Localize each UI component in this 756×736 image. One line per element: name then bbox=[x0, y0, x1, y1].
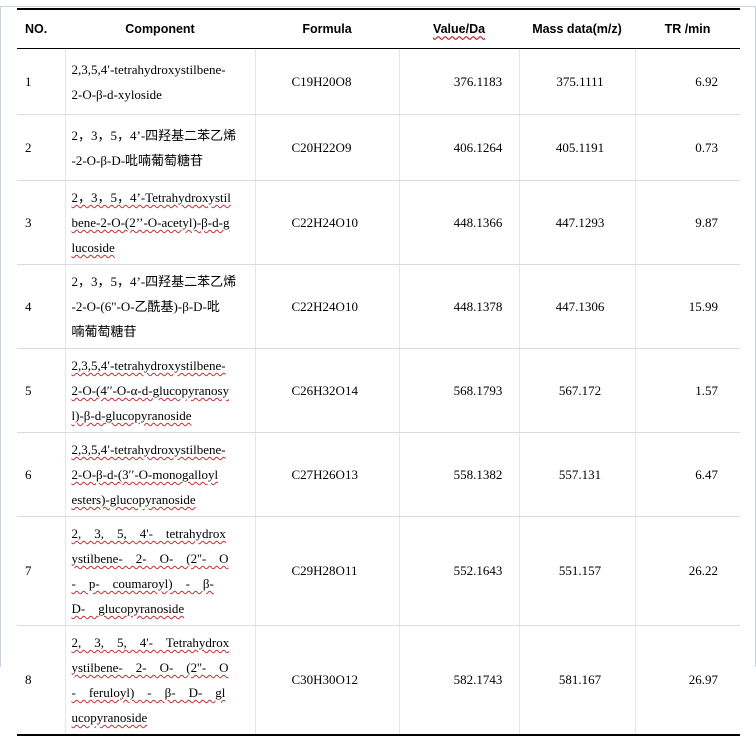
row-formula: C19H20O8 bbox=[254, 48, 399, 115]
component-line: 2, 3, 5, 4'- Tetrahydrox bbox=[71, 635, 230, 650]
row-mass: 447.1306 bbox=[518, 264, 635, 349]
row-mass: 447.1293 bbox=[518, 180, 635, 265]
row-tr: 1.57 bbox=[634, 348, 740, 433]
table-row: 2 2，3，5，4’-四羟基二苯乙烯 -2-O-β-D-吡喃葡萄糖苷 C20H22O9… bbox=[17, 114, 740, 181]
row-no: 2 bbox=[17, 114, 65, 181]
header-component: Component bbox=[65, 8, 255, 49]
component-line: 2,3,5,4′-tetrahydroxystilbene- bbox=[71, 358, 226, 373]
row-no: 1 bbox=[17, 48, 65, 115]
row-no: 5 bbox=[17, 348, 65, 433]
component-line: 2,3,5,4′-tetrahydroxystilbene- bbox=[71, 61, 226, 77]
table-header-row: NO. Component Formula Value/Da Mass data… bbox=[17, 8, 740, 49]
row-tr: 6.47 bbox=[634, 432, 740, 517]
row-no: 7 bbox=[17, 516, 65, 626]
page-frame-left bbox=[0, 6, 1, 667]
component-line: ystilbene- 2- O- (2''- O bbox=[71, 551, 229, 566]
row-value: 558.1382 bbox=[398, 432, 519, 517]
row-no: 4 bbox=[17, 264, 65, 349]
row-formula: C30H30O12 bbox=[254, 625, 399, 736]
header-value: Value/Da bbox=[399, 8, 519, 49]
row-value: 448.1366 bbox=[398, 180, 519, 265]
row-formula: C20H22O9 bbox=[254, 114, 399, 181]
component-line: 2，3，5，4’-四羟基二苯乙烯 bbox=[71, 127, 237, 143]
row-formula: C27H26O13 bbox=[254, 432, 399, 517]
header-mass: Mass data(m/z) bbox=[519, 8, 635, 49]
row-no: 6 bbox=[17, 432, 65, 517]
component-line: - p- coumaroyl) - β- bbox=[71, 576, 214, 591]
table-row: 7 2, 3, 5, 4'- tetrahydrox ystilbene- 2- O… bbox=[17, 516, 740, 626]
row-value: 448.1378 bbox=[398, 264, 519, 349]
header-formula: Formula bbox=[255, 8, 399, 49]
row-value: 582.1743 bbox=[398, 625, 519, 736]
row-tr: 0.73 bbox=[634, 114, 740, 181]
row-component: 2, 3, 5, 4'- tetrahydrox ystilbene- 2- O-… bbox=[64, 516, 255, 626]
component-line: 2，3，5，4’-四羟基二苯乙烯 bbox=[71, 274, 237, 289]
row-component: 2，3，5，4’-四羟基二苯乙烯 -2-O-β-D-吡喃葡萄糖苷 bbox=[64, 114, 255, 181]
header-tr: TR /min bbox=[635, 8, 740, 49]
component-line: -2-O-β-D-吡喃葡萄糖苷 bbox=[71, 152, 204, 168]
row-component: 2, 3, 5, 4'- Tetrahydrox ystilbene- 2- O-… bbox=[64, 625, 255, 736]
row-no: 8 bbox=[17, 625, 65, 736]
row-formula: C26H32O14 bbox=[254, 348, 399, 433]
table-row: 5 2,3,5,4′-tetrahydroxystilbene- 2-O-(4′′-… bbox=[17, 348, 740, 433]
row-component: 2,3,5,4′-tetrahydroxystilbene- 2-O-β-d-xy… bbox=[64, 48, 255, 115]
row-tr: 26.97 bbox=[634, 625, 740, 736]
component-line: 2, 3, 5, 4'- tetrahydrox bbox=[71, 526, 226, 541]
table-row: 8 2, 3, 5, 4'- Tetrahydrox ystilbene- 2- O… bbox=[17, 625, 740, 736]
row-value: 552.1643 bbox=[398, 516, 519, 626]
table-row: 3 2，3，5，4’-Tetrahydroxystil bene-2-O-(2’’-… bbox=[17, 180, 740, 265]
compound-table: NO. Component Formula Value/Da Mass data… bbox=[17, 8, 740, 736]
table-row: 6 2,3,5,4′-tetrahydroxystilbene- 2-O-β-d-(… bbox=[17, 432, 740, 517]
row-mass: 405.1191 bbox=[518, 114, 635, 181]
component-line: 2-O-β-d-xyloside bbox=[71, 86, 162, 102]
row-component: 2,3,5,4′-tetrahydroxystilbene- 2-O-(4′′-O… bbox=[64, 348, 255, 433]
row-mass: 375.1111 bbox=[518, 48, 635, 115]
component-line: ucopyranoside bbox=[71, 710, 148, 725]
component-line: D- glucopyranoside bbox=[71, 601, 185, 616]
component-line: ystilbene- 2- O- (2''- O bbox=[71, 660, 229, 675]
component-line: 喃葡萄糖苷 bbox=[71, 324, 137, 339]
row-tr: 9.87 bbox=[634, 180, 740, 265]
row-value: 406.1264 bbox=[398, 114, 519, 181]
component-line: l)-β-d-glucopyranoside bbox=[71, 408, 192, 423]
row-value: 376.1183 bbox=[398, 48, 519, 115]
row-component: 2，3，5，4’-Tetrahydroxystil bene-2-O-(2’’-O… bbox=[64, 180, 255, 265]
row-tr: 26.22 bbox=[634, 516, 740, 626]
header-no: NO. bbox=[17, 8, 65, 49]
component-line: esters)-glucopyranoside bbox=[71, 492, 196, 507]
row-no: 3 bbox=[17, 180, 65, 265]
table-row: 4 2，3，5，4’-四羟基二苯乙烯 -2-O-(6"-O-乙酰基)-β-D-吡 喃葡… bbox=[17, 264, 740, 349]
component-line: lucoside bbox=[71, 240, 115, 255]
row-mass: 557.131 bbox=[518, 432, 635, 517]
row-component: 2,3,5,4′-tetrahydroxystilbene- 2-O-β-d-(3… bbox=[64, 432, 255, 517]
component-line: 2-O-β-d-(3′′-O-monogalloyl bbox=[71, 467, 219, 482]
row-mass: 551.157 bbox=[518, 516, 635, 626]
component-line: bene-2-O-(2’’-O-acetyl)-β-d-g bbox=[71, 215, 230, 230]
row-component: 2，3，5，4’-四羟基二苯乙烯 -2-O-(6"-O-乙酰基)-β-D-吡 喃葡萄… bbox=[64, 264, 255, 349]
table-row: 1 2,3,5,4′-tetrahydroxystilbene- 2-O-β-d-x… bbox=[17, 48, 740, 115]
row-formula: C22H24O10 bbox=[254, 180, 399, 265]
component-line: 2,3,5,4′-tetrahydroxystilbene- bbox=[71, 442, 226, 457]
component-line: -2-O-(6"-O-乙酰基)-β-D-吡 bbox=[71, 299, 220, 314]
row-mass: 567.172 bbox=[518, 348, 635, 433]
row-mass: 581.167 bbox=[518, 625, 635, 736]
page-frame-top bbox=[0, 6, 756, 7]
row-formula: C22H24O10 bbox=[254, 264, 399, 349]
row-formula: C29H28O11 bbox=[254, 516, 399, 626]
component-line: 2，3，5，4’-Tetrahydroxystil bbox=[71, 190, 231, 205]
component-line: - feruloyl) - β- D- gl bbox=[71, 685, 226, 700]
row-tr: 15.99 bbox=[634, 264, 740, 349]
row-value: 568.1793 bbox=[398, 348, 519, 433]
component-line: 2-O-(4′′-O-α-d-glucopyranosy bbox=[71, 383, 230, 398]
row-tr: 6.92 bbox=[634, 48, 740, 115]
